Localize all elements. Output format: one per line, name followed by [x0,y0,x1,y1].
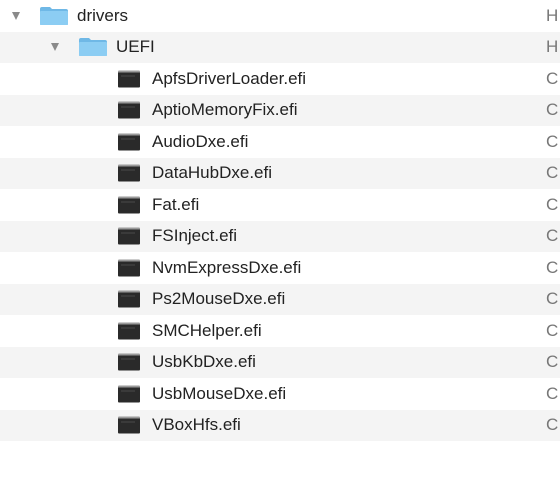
item-kind: C [546,100,559,120]
list-item-file[interactable]: ApfsDriverLoader.efi C [0,63,560,95]
item-name: SMCHelper.efi [152,320,262,340]
list-item-file[interactable]: AudioDxe.efi C [0,126,560,158]
item-name: UsbKbDxe.efi [152,352,256,372]
item-kind: C [546,383,559,403]
folder-icon [40,6,68,25]
item-kind: C [546,68,559,88]
executable-icon [118,164,140,182]
item-name: FSInject.efi [152,226,238,246]
list-item-file[interactable]: FSInject.efi C [0,220,560,252]
item-kind: C [546,352,559,372]
item-name: AudioDxe.efi [152,131,249,151]
list-item-file[interactable]: Ps2MouseDxe.efi C [0,283,560,315]
item-kind: C [546,415,559,435]
list-item-file[interactable]: NvmExpressDxe.efi C [0,252,560,284]
executable-icon [118,101,140,119]
list-item-drivers[interactable]: drivers H [0,0,560,32]
item-kind: C [546,320,559,340]
item-kind: C [546,131,559,151]
item-kind: C [546,289,559,309]
executable-icon [118,196,140,214]
item-name: UEFI [116,37,155,57]
executable-icon [118,322,140,340]
list-item-file[interactable]: SMCHelper.efi C [0,315,560,347]
executable-icon [118,385,140,403]
folder-icon [79,38,107,57]
item-name: VBoxHfs.efi [152,415,241,435]
executable-icon [118,290,140,308]
item-kind: C [546,257,559,277]
item-kind: C [546,194,559,214]
executable-icon [118,259,140,277]
list-item-file[interactable]: VBoxHfs.efi C [0,409,560,441]
disclosure-triangle-icon[interactable] [51,43,59,52]
item-name: AptioMemoryFix.efi [152,100,298,120]
list-item-file[interactable]: UsbMouseDxe.efi C [0,378,560,410]
executable-icon [118,227,140,245]
item-name: DataHubDxe.efi [152,163,273,183]
file-list: drivers H UEFI H ApfsDriverLoader.efi C … [0,0,560,441]
item-kind: C [546,226,559,246]
item-name: Fat.efi [152,194,200,214]
item-kind: H [546,5,559,25]
list-item-file[interactable]: AptioMemoryFix.efi C [0,94,560,126]
item-name: ApfsDriverLoader.efi [152,68,307,88]
disclosure-triangle-icon[interactable] [12,11,20,20]
list-item-uefi[interactable]: UEFI H [0,31,560,63]
item-kind: C [546,163,559,183]
executable-icon [118,353,140,371]
item-name: NvmExpressDxe.efi [152,257,302,277]
executable-icon [118,416,140,434]
executable-icon [118,133,140,151]
list-item-file[interactable]: DataHubDxe.efi C [0,157,560,189]
item-kind: H [546,37,559,57]
item-name: Ps2MouseDxe.efi [152,289,286,309]
list-item-file[interactable]: Fat.efi C [0,189,560,221]
item-name: drivers [77,5,129,25]
executable-icon [118,70,140,88]
list-item-file[interactable]: UsbKbDxe.efi C [0,346,560,378]
item-name: UsbMouseDxe.efi [152,383,287,403]
